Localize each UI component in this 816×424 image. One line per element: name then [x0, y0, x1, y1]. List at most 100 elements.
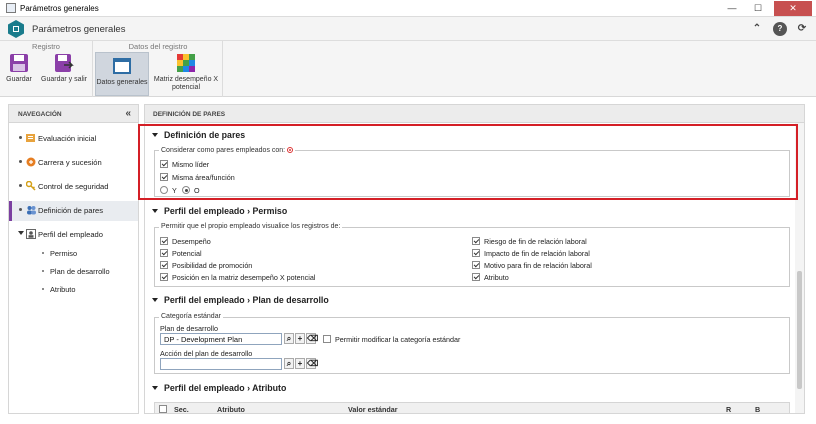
required-icon — [287, 147, 294, 153]
key-icon — [26, 181, 36, 191]
section-title-text: Definición de pares — [164, 130, 246, 140]
matrix-label-1: Matriz desempeño X — [153, 76, 219, 83]
collapse-triangle-icon — [152, 133, 158, 137]
peers-fieldset: Considerar como pares empleados con: Mis… — [154, 147, 790, 197]
perm-desempeno-checkbox[interactable] — [160, 237, 168, 245]
add-icon[interactable]: + — [295, 358, 305, 369]
search-icon[interactable]: ⌕ — [284, 333, 294, 344]
action-label: Acción del plan de desarrollo — [160, 349, 253, 358]
radio-y-label: Y — [172, 186, 177, 195]
nav-item-pares[interactable]: Definición de pares — [9, 201, 138, 221]
save-button[interactable]: Guardar — [4, 53, 34, 84]
perm-atributo-checkbox[interactable] — [472, 273, 480, 281]
perm-label: Posibilidad de promoción — [172, 261, 253, 270]
collapse-nav-icon[interactable]: « — [125, 108, 131, 119]
attribute-grid-header: Sec. Atributo Valor estándar R B — [154, 402, 790, 413]
select-all-checkbox[interactable] — [159, 405, 167, 413]
main-panel: DEFINICIÓN DE PARES Definición de pares … — [144, 104, 805, 414]
app-header: Parámetros generales ⌃ ? ⟳ — [0, 17, 816, 41]
collapse-up-icon[interactable]: ⌃ — [750, 22, 764, 36]
help-icon[interactable]: ? — [773, 22, 787, 36]
nav-subitem-label: Atributo — [50, 285, 76, 294]
close-window-button[interactable]: ✕ — [774, 1, 812, 16]
window-app-icon — [6, 3, 16, 13]
general-data-label: Datos generales — [96, 79, 148, 86]
scrollbar-thumb[interactable] — [797, 271, 802, 389]
col-atributo[interactable]: Atributo — [217, 405, 245, 413]
clear-icon[interactable]: ⌫ — [306, 333, 318, 344]
allow-modify-label: Permitir modificar la categoría estándar — [335, 335, 461, 344]
nav-heading-label: NAVEGACIÓN — [18, 111, 62, 118]
nav-item-perfil[interactable]: Perfil del empleado — [9, 225, 138, 245]
window-title: Parámetros generales — [20, 4, 99, 13]
section-title-attribute[interactable]: Perfil del empleado › Atributo — [152, 383, 286, 393]
section-title-text: Perfil del empleado › Permiso — [164, 206, 288, 216]
clear-icon[interactable]: ⌫ — [306, 358, 318, 369]
action-input[interactable] — [160, 358, 282, 370]
col-r[interactable]: R — [726, 405, 731, 413]
nav-subitem-label: Permiso — [50, 249, 78, 258]
col-valor[interactable]: Valor estándar — [348, 405, 398, 413]
nav-item-carrera[interactable]: Carrera y sucesión — [9, 153, 138, 173]
permission-fieldset: Permitir que el propio empleado visualic… — [154, 223, 790, 287]
matrix-icon — [176, 53, 196, 73]
matrix-label-2: potencial — [171, 84, 201, 91]
plan-input[interactable]: DP - Development Plan — [160, 333, 282, 345]
refresh-icon[interactable]: ⟳ — [795, 22, 809, 36]
radio-o[interactable] — [182, 186, 190, 194]
nav-subitem-permiso[interactable]: Permiso — [9, 246, 138, 262]
search-icon[interactable]: ⌕ — [284, 358, 294, 369]
allow-modify-checkbox[interactable] — [323, 335, 331, 343]
minimize-button[interactable]: — — [720, 1, 744, 16]
collapse-triangle-icon — [152, 386, 158, 390]
nav-item-label: Perfil del empleado — [38, 230, 104, 239]
section-title-text: Perfil del empleado › Plan de desarrollo — [164, 295, 329, 305]
perm-motivo-checkbox[interactable] — [472, 261, 480, 269]
perm-riesgo-checkbox[interactable] — [472, 237, 480, 245]
perm-promocion-checkbox[interactable] — [160, 261, 168, 269]
nav-subitem-atributo[interactable]: Atributo — [9, 282, 138, 298]
plan-fieldset: Categoría estándar Plan de desarrollo DP… — [154, 313, 790, 374]
permission-legend: Permitir que el propio empleado visualic… — [159, 223, 343, 230]
same-area-checkbox[interactable] — [160, 173, 168, 181]
ribbon-group-registro: Registro — [32, 42, 60, 51]
window-titlebar: Parámetros generales — ☐ ✕ — [0, 0, 816, 17]
plan-label: Plan de desarrollo — [160, 324, 218, 333]
add-icon[interactable]: + — [295, 333, 305, 344]
general-data-button[interactable]: Datos generales — [95, 52, 149, 96]
nav-heading: NAVEGACIÓN « — [9, 105, 138, 123]
ribbon-group-datos: Datos del registro — [128, 42, 188, 51]
nav-item-label: Evaluación inicial — [38, 134, 97, 143]
save-icon — [9, 53, 29, 73]
radio-y[interactable] — [160, 186, 168, 194]
main-scrollbar[interactable] — [795, 123, 804, 413]
maximize-button[interactable]: ☐ — [746, 1, 770, 16]
col-b[interactable]: B — [755, 405, 760, 413]
perm-label: Impacto de fin de relación laboral — [484, 249, 590, 258]
col-sec[interactable]: Sec. — [174, 405, 189, 413]
nav-item-label: Control de seguridad — [38, 182, 109, 191]
nav-subitem-label: Plan de desarrollo — [50, 267, 110, 276]
expand-icon[interactable] — [18, 231, 24, 235]
section-title-peers[interactable]: Definición de pares — [152, 130, 245, 140]
save-exit-button[interactable]: Guardar y salir — [39, 53, 89, 84]
perm-label: Motivo para fin de relación laboral — [484, 261, 592, 270]
app-title: Parámetros generales — [32, 24, 126, 35]
perm-label: Riesgo de fin de relación laboral — [484, 237, 587, 246]
profile-icon — [26, 229, 36, 239]
perm-matriz-checkbox[interactable] — [160, 273, 168, 281]
collapse-triangle-icon — [152, 298, 158, 302]
same-leader-checkbox[interactable] — [160, 160, 168, 168]
perm-potencial-checkbox[interactable] — [160, 249, 168, 257]
nav-item-seguridad[interactable]: Control de seguridad — [9, 177, 138, 197]
matrix-button[interactable]: Matriz desempeño X potencial — [153, 53, 219, 92]
nav-subitem-plan[interactable]: Plan de desarrollo — [9, 264, 138, 280]
section-title-plan[interactable]: Perfil del empleado › Plan de desarrollo — [152, 295, 329, 305]
ribbon-toolbar: Registro Datos del registro Guardar Guar… — [0, 41, 816, 97]
section-title-permission[interactable]: Perfil del empleado › Permiso — [152, 206, 287, 216]
nav-item-evaluacion[interactable]: Evaluación inicial — [9, 129, 138, 149]
perm-label: Potencial — [172, 249, 202, 258]
navigation-panel: NAVEGACIÓN « Evaluación inicial Carrera … — [8, 104, 139, 414]
radio-o-label: O — [194, 186, 200, 195]
perm-impacto-checkbox[interactable] — [472, 249, 480, 257]
